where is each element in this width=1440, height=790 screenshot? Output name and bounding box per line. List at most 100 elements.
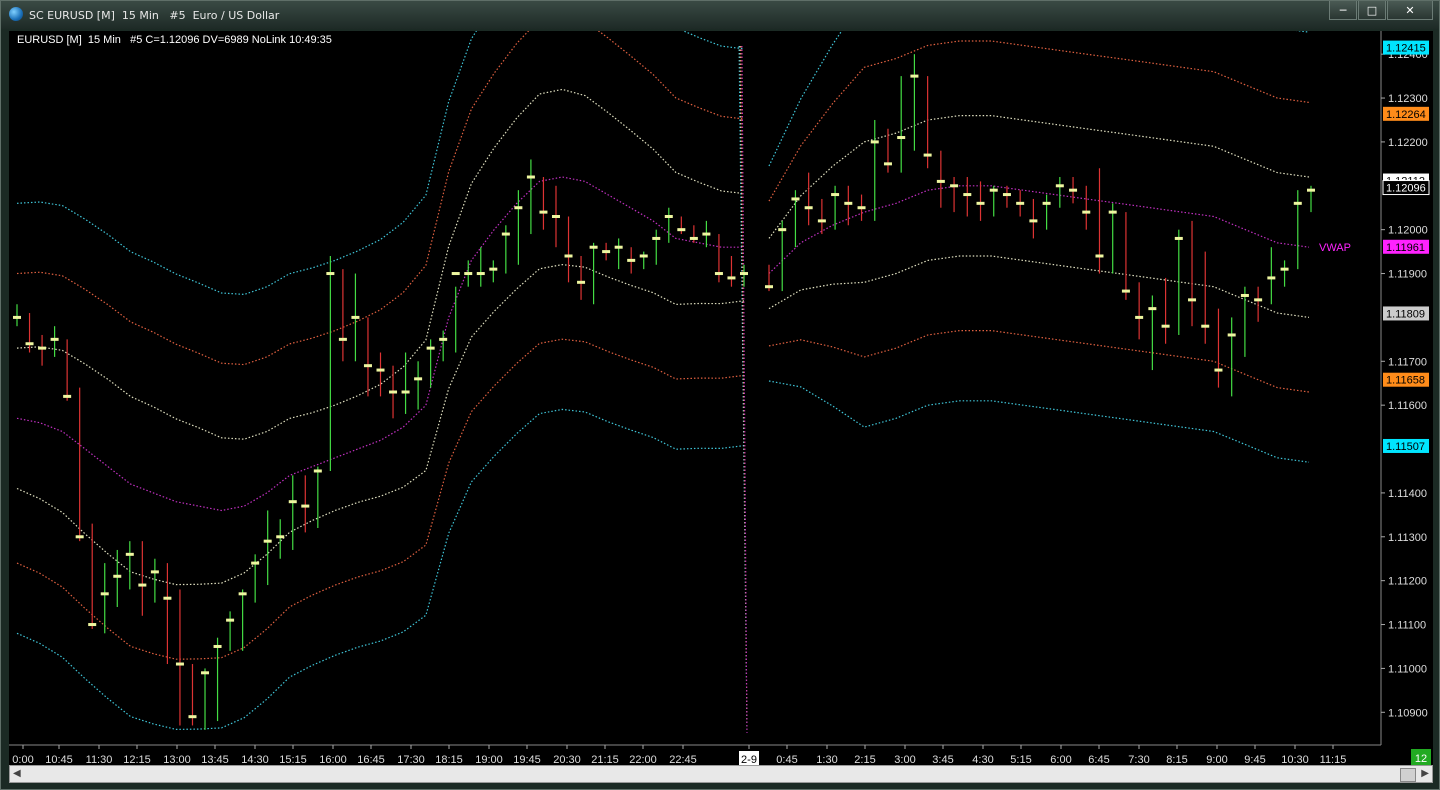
close-button[interactable]: ✕: [1387, 1, 1433, 20]
candle-close-mark: [1214, 368, 1223, 372]
band-session-2-0: [768, 115, 1310, 239]
candle-close-mark: [1227, 333, 1236, 337]
price-tick-label: 1.11000: [1388, 663, 1427, 675]
candle-close-mark: [1135, 315, 1144, 319]
title-bar[interactable]: SC EURUSD [M] 15 Min #5 Euro / US Dollar…: [1, 1, 1439, 29]
scroll-thumb[interactable]: [1400, 768, 1416, 782]
candle-close-mark: [539, 210, 548, 214]
price-tick-label: 1.12200: [1388, 137, 1428, 149]
candle-close-mark: [1174, 236, 1183, 240]
price-tick-label: 1.11600: [1388, 400, 1427, 412]
candle-close-mark: [614, 245, 623, 249]
candle-close-mark: [976, 201, 985, 205]
vwap-label: VWAP: [1319, 242, 1351, 254]
time-tick-label: 16:00: [319, 754, 347, 765]
candle-close-mark: [1016, 201, 1025, 205]
time-tick-label: 4:30: [972, 754, 993, 765]
candle-close-mark: [602, 250, 611, 254]
candle-close-mark: [338, 337, 347, 341]
candle-close-mark: [740, 272, 748, 276]
time-tick-label: 13:00: [163, 754, 191, 765]
time-tick-label: 19:00: [475, 754, 503, 765]
candle-close-mark: [514, 206, 523, 210]
minimize-button[interactable]: ─: [1329, 1, 1357, 20]
price-tick-label: 1.11400: [1388, 488, 1427, 500]
window-controls: ─ □ ✕: [1329, 1, 1433, 20]
price-tick-label: 1.12300: [1388, 93, 1428, 105]
chart-area[interactable]: 1.12400 1.12300 1.12200 1.12000 1.11900 1.117…: [9, 31, 1433, 765]
band-session-2-1: [768, 40, 1310, 202]
session-marker-label: 2-9: [741, 754, 757, 765]
time-tick-label: 9:00: [1206, 754, 1227, 765]
vwap-line-session-1: [16, 176, 744, 512]
candle-close-mark: [551, 215, 560, 218]
band-session-2-5: [768, 380, 1310, 463]
price-tick-label: 1.11700: [1388, 356, 1427, 368]
candle-close-mark: [1293, 201, 1302, 205]
time-tick-label: 13:45: [201, 754, 229, 765]
candle-close-mark: [639, 254, 648, 258]
candle-close-mark: [1108, 210, 1117, 214]
time-tick-label: 20:30: [553, 754, 581, 765]
price-label-text: 1.11809: [1386, 308, 1425, 320]
candle-close-mark: [950, 184, 959, 188]
candle-close-mark: [1254, 298, 1263, 302]
price-label-text: 1.12264: [1386, 109, 1426, 121]
time-tick-label: 12:15: [123, 754, 151, 765]
candle-close-mark: [313, 469, 322, 473]
candle-close-mark: [188, 715, 197, 719]
candle-close-mark: [923, 153, 932, 157]
price-chart[interactable]: 1.124001.123001.122001.120001.119001.117…: [9, 31, 1433, 765]
candle-close-mark: [1029, 219, 1038, 223]
time-tick-label: 22:45: [669, 754, 697, 765]
candle-close-mark: [791, 197, 800, 201]
candle-close-mark: [689, 236, 698, 240]
candle-close-mark: [326, 272, 335, 276]
scroll-right-icon[interactable]: ▶: [1421, 768, 1429, 779]
candle-close-mark: [226, 618, 235, 622]
price-label-text: 1.11658: [1386, 375, 1425, 387]
candle-close-mark: [113, 574, 122, 578]
time-tick-label: 16:45: [357, 754, 385, 765]
candle-close-mark: [389, 390, 398, 394]
price-tick-label: 1.11100: [1388, 620, 1426, 632]
price-tick-label: 1.11200: [1388, 576, 1427, 588]
candle-close-mark: [38, 346, 47, 350]
candle-close-mark: [936, 179, 945, 183]
candle-close-mark: [138, 583, 147, 587]
band-session-2-4: [768, 330, 1310, 393]
candle-close-mark: [1055, 184, 1064, 188]
time-tick-label: 0:00: [12, 754, 33, 765]
maximize-button[interactable]: □: [1358, 1, 1386, 20]
candle-close-mark: [201, 671, 210, 675]
candle-close-mark: [1188, 298, 1197, 302]
candle-close-mark: [288, 500, 297, 504]
time-tick-label: 18:15: [435, 754, 463, 765]
candle-close-mark: [778, 228, 787, 232]
candle-close-mark: [439, 337, 448, 341]
time-tick-label: 3:45: [932, 754, 953, 765]
band-session-1-2: [16, 31, 745, 296]
candle-close-mark: [897, 136, 906, 140]
price-tick-label: 1.12000: [1388, 225, 1428, 237]
scroll-left-icon[interactable]: ◀: [13, 768, 21, 779]
time-tick-label: 10:45: [45, 754, 73, 765]
candle-close-mark: [1121, 289, 1130, 293]
candle-close-mark: [727, 276, 736, 280]
candle-close-mark: [238, 592, 247, 596]
candle-close-mark: [1201, 324, 1210, 328]
candle-close-mark: [501, 232, 510, 236]
candle-close-mark: [1069, 188, 1078, 192]
candle-close-mark: [963, 193, 972, 197]
candle-close-mark: [1095, 254, 1104, 258]
time-tick-label: 21:15: [591, 754, 619, 765]
candle-close-mark: [476, 272, 485, 276]
price-tick-label: 1.11900: [1388, 269, 1427, 281]
candle-close-mark: [526, 175, 535, 179]
horizontal-scrollbar[interactable]: ◀ ▶: [9, 765, 1433, 783]
candle-close-mark: [714, 272, 723, 276]
candle-close-mark: [351, 315, 360, 319]
candle-close-mark: [263, 539, 272, 543]
price-label-text: 1.12415: [1386, 43, 1426, 55]
candle-close-mark: [804, 206, 813, 210]
